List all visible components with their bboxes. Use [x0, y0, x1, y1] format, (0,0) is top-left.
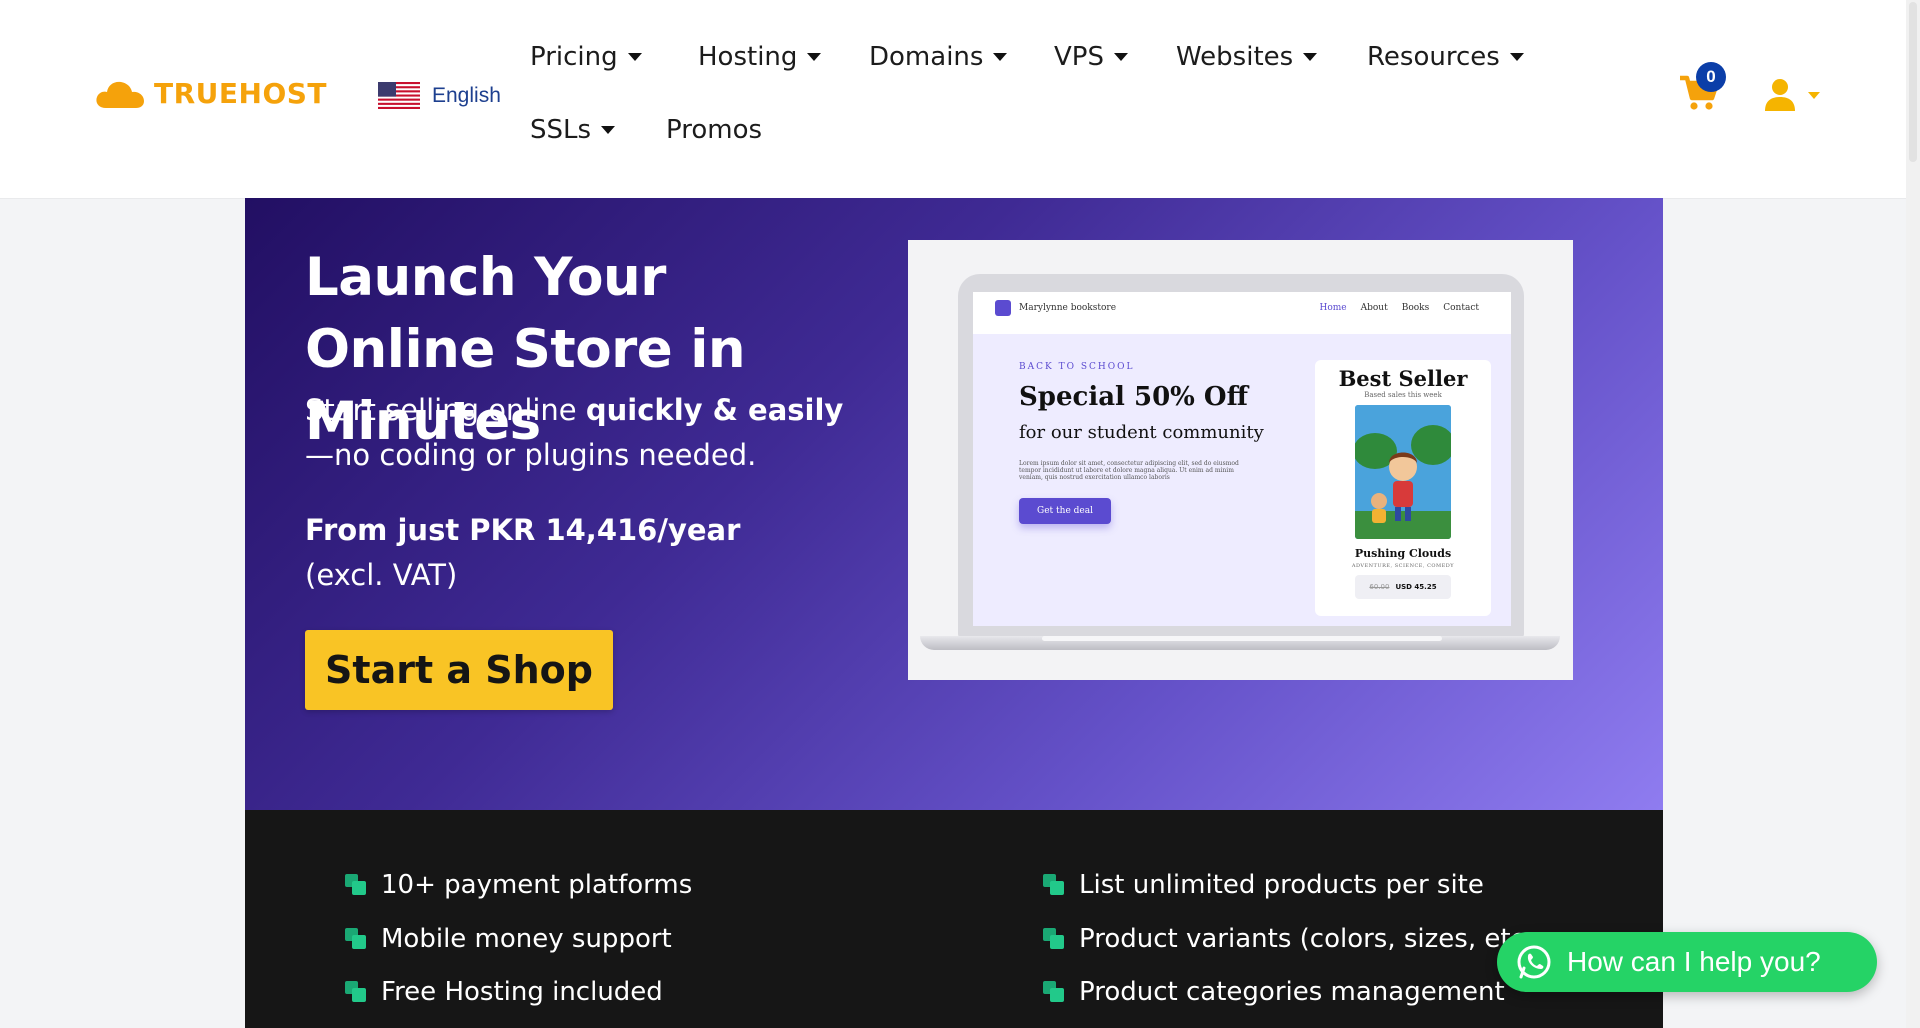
whatsapp-label: How can I help you?: [1567, 946, 1821, 977]
chevron-down-icon: [807, 53, 822, 61]
whatsapp-chat-button[interactable]: How can I help you?: [1497, 932, 1877, 992]
features-section: 10+ payment platforms Mobile money suppo…: [245, 810, 1663, 1028]
book-illustration-icon: [1355, 405, 1451, 539]
hero-section: Launch Your Online Store in Minutes Star…: [245, 198, 1663, 810]
chevron-down-icon: [1113, 53, 1128, 61]
feature-item: Product categories management: [1043, 977, 1505, 1007]
nav-ssls[interactable]: SSLs: [530, 115, 616, 145]
hero-price-bold: From just PKR 14,416/year: [305, 513, 741, 547]
hero-price-rest: (excl. VAT): [305, 558, 458, 592]
site-header: TRUEHOST English Pricing Hosting Domains…: [0, 0, 1906, 198]
nav-pricing-label: Pricing: [530, 42, 618, 72]
check-squares-icon: [1043, 928, 1064, 949]
chevron-down-icon: [993, 53, 1008, 61]
feature-label: Free Hosting included: [381, 977, 663, 1007]
chevron-down-icon: [1808, 91, 1820, 99]
scrollbar[interactable]: [1906, 0, 1920, 1028]
mock-book-tags: ADVENTURE, SCIENCE, COMEDY: [1351, 563, 1455, 569]
feature-item: Mobile money support: [345, 924, 672, 954]
check-squares-icon: [345, 928, 366, 949]
laptop-mockup-image: Marylynne bookstore Home About Books Con…: [908, 240, 1573, 680]
language-selector[interactable]: English: [378, 82, 501, 109]
laptop-screen: Marylynne bookstore Home About Books Con…: [973, 292, 1511, 626]
nav-promos-label: Promos: [666, 115, 763, 145]
mock-link: About: [1360, 303, 1388, 313]
hero-subtitle: Start selling online quickly & easily —no…: [305, 388, 865, 478]
mock-best-seller-sub: Based sales this week: [1364, 391, 1442, 399]
hero-subtitle-start: Start selling online: [305, 393, 586, 427]
us-flag-icon: [378, 82, 420, 109]
mock-old-price: 60.00: [1369, 583, 1390, 591]
mock-site-links: Home About Books Contact: [1319, 303, 1479, 313]
mock-book-name: Pushing Clouds: [1354, 547, 1452, 560]
user-icon: [1765, 79, 1795, 111]
nav-promos[interactable]: Promos: [666, 115, 762, 145]
nav-vps-label: VPS: [1054, 42, 1104, 72]
mock-link: Contact: [1443, 303, 1479, 313]
hero-subtitle-bold: quickly & easily: [585, 393, 844, 427]
feature-item: List unlimited products per site: [1043, 870, 1484, 900]
mock-link: Home: [1319, 303, 1347, 313]
feature-item: 10+ payment platforms: [345, 870, 692, 900]
mock-best-seller-card: Best Seller Based sales this week Pushin…: [1315, 360, 1491, 616]
hero-subtitle-end: —no coding or plugins needed.: [305, 438, 757, 472]
mock-eyebrow: BACK TO SCHOOL: [1019, 362, 1135, 372]
chevron-down-icon: [1509, 53, 1524, 61]
check-squares-icon: [345, 981, 366, 1002]
mock-site-name: Marylynne bookstore: [1019, 303, 1117, 313]
mock-subheadline: for our student community: [1019, 422, 1264, 443]
feature-label: Product categories management: [1079, 977, 1505, 1007]
chevron-down-icon: [627, 53, 642, 61]
cart-button[interactable]: 0: [1678, 62, 1726, 117]
nav-hosting[interactable]: Hosting: [698, 42, 822, 72]
nav-websites-label: Websites: [1176, 42, 1294, 72]
book-cover-image: [1355, 405, 1451, 539]
cloud-logo-icon: [96, 81, 144, 108]
nav-pricing[interactable]: Pricing: [530, 42, 642, 72]
mock-site-logo-icon: [995, 300, 1011, 316]
feature-label: Product variants (colors, sizes, etc: [1079, 924, 1525, 954]
account-menu[interactable]: [1764, 78, 1820, 112]
nav-domains-label: Domains: [869, 42, 984, 72]
nav-resources-label: Resources: [1367, 42, 1500, 72]
mock-headline: Special 50% Off: [1019, 382, 1248, 412]
mock-lorem: Lorem ipsum dolor sit amet, consectetur …: [1019, 460, 1239, 481]
whatsapp-icon: [1517, 945, 1551, 979]
feature-label: Mobile money support: [381, 924, 672, 954]
mock-new-price: USD 45.25: [1395, 583, 1437, 591]
nav-resources[interactable]: Resources: [1367, 42, 1524, 72]
nav-domains[interactable]: Domains: [869, 42, 1008, 72]
mock-link: Books: [1401, 303, 1430, 313]
feature-item: Product variants (colors, sizes, etc: [1043, 924, 1525, 954]
laptop-notch: [1042, 636, 1442, 641]
feature-label: List unlimited products per site: [1079, 870, 1484, 900]
mock-site-nav: Marylynne bookstore Home About Books Con…: [973, 292, 1511, 334]
nav-ssls-label: SSLs: [530, 115, 592, 145]
start-shop-button[interactable]: Start a Shop: [305, 630, 613, 710]
feature-item: Free Hosting included: [345, 977, 663, 1007]
nav-vps[interactable]: VPS: [1054, 42, 1128, 72]
scrollbar-thumb[interactable]: [1909, 2, 1917, 162]
check-squares-icon: [1043, 874, 1064, 895]
check-squares-icon: [345, 874, 366, 895]
chevron-down-icon: [601, 126, 616, 134]
nav-websites[interactable]: Websites: [1176, 42, 1318, 72]
cart-count-badge: 0: [1696, 62, 1726, 92]
brand-name: TRUEHOST: [154, 76, 328, 110]
chevron-down-icon: [1303, 53, 1318, 61]
mock-book-price: 60.00 USD 45.25: [1355, 575, 1451, 599]
check-squares-icon: [1043, 981, 1064, 1002]
hero-price: From just PKR 14,416/year (excl. VAT): [305, 508, 825, 598]
language-label: English: [432, 83, 501, 107]
mock-best-seller-title: Best Seller: [1338, 366, 1468, 391]
truehost-logo[interactable]: TRUEHOST: [94, 76, 327, 110]
nav-hosting-label: Hosting: [698, 42, 798, 72]
feature-label: 10+ payment platforms: [381, 870, 693, 900]
mock-deal-button: Get the deal: [1019, 498, 1111, 524]
